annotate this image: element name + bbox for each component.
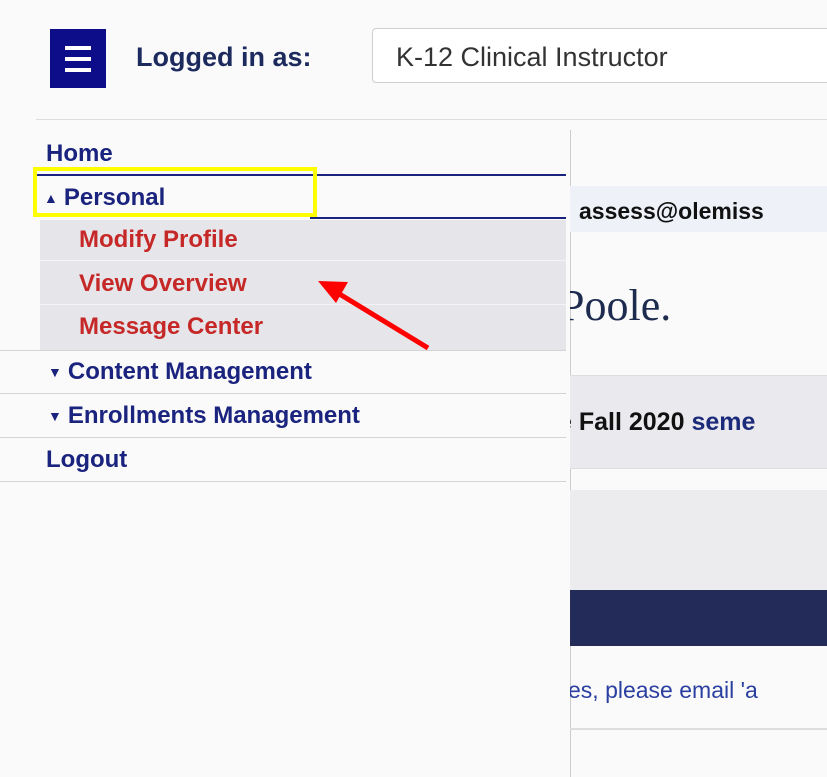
menu-line	[65, 67, 91, 72]
header-divider	[36, 119, 827, 120]
content-divider	[570, 728, 827, 730]
submenu-item-modify-profile[interactable]: Modify Profile	[79, 226, 238, 254]
caret-down-icon: ▼	[48, 364, 62, 380]
menu-line	[65, 45, 91, 50]
submenu-divider	[40, 260, 566, 261]
sidebar-item-logout[interactable]: Logout	[46, 446, 127, 474]
semester-suffix: seme	[684, 408, 756, 436]
submenu-divider	[40, 304, 566, 305]
menu-line	[65, 56, 91, 61]
role-select[interactable]: K-12 Clinical Instructor	[372, 28, 827, 83]
content-panel	[570, 490, 827, 590]
role-value: K-12 Clinical Instructor	[396, 42, 668, 72]
semester-name: Fall 2020	[578, 408, 685, 436]
sidebar-item-enrollments-management[interactable]: ▼ Enrollments Management	[48, 402, 360, 430]
section-header-bar	[570, 590, 827, 646]
greeting-heading: Poole.	[570, 281, 672, 330]
email-note-text: es, please email 'a	[570, 677, 758, 703]
personal-divider	[310, 217, 566, 219]
row-divider	[0, 481, 566, 482]
semester-banner: e Fall 2020 seme	[570, 375, 827, 469]
hamburger-menu-button[interactable]	[50, 29, 106, 88]
user-email: assess@olemiss	[579, 198, 764, 224]
sidebar-item-content-management[interactable]: ▼ Content Management	[48, 358, 312, 386]
logged-in-label: Logged in as:	[136, 42, 312, 72]
sidebar-item-enrollments-management-label: Enrollments Management	[67, 402, 360, 429]
email-bar: assess@olemiss	[570, 186, 827, 232]
main-content: assess@olemiss Poole. e Fall 2020 seme e…	[570, 130, 827, 777]
caret-down-icon: ▼	[48, 408, 62, 424]
semester-prefix: e	[570, 408, 579, 436]
submenu-item-message-center[interactable]: Message Center	[79, 313, 263, 341]
row-divider	[0, 393, 566, 394]
sidebar-item-content-management-label: Content Management	[67, 358, 312, 385]
semester-text: e Fall 2020 seme	[570, 408, 755, 437]
row-divider	[0, 437, 566, 438]
submenu-item-view-overview[interactable]: View Overview	[79, 270, 247, 298]
yellow-highlight-box	[33, 167, 317, 217]
row-divider	[0, 350, 566, 351]
sidebar-item-home[interactable]: Home	[46, 140, 113, 168]
